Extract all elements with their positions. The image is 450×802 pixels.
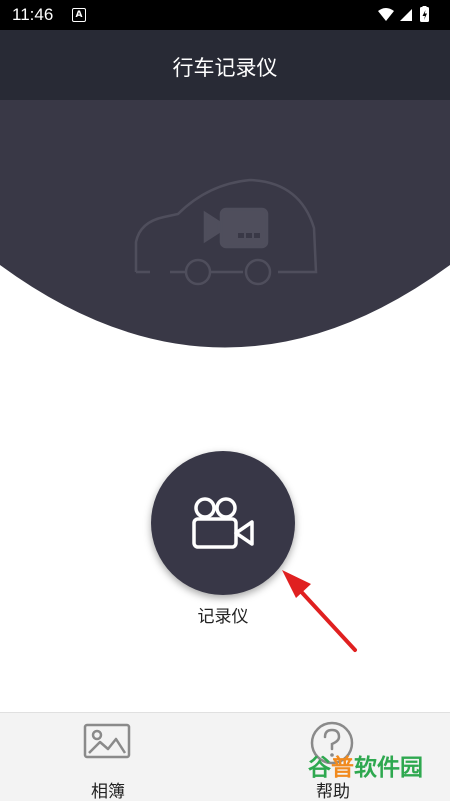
nav-item-album[interactable]: 相簿 (53, 713, 163, 802)
notification-icon: A (72, 8, 86, 22)
battery-charging-icon (420, 5, 429, 22)
hero-banner (0, 100, 450, 370)
status-time: 11:46 (12, 5, 54, 24)
watermark-text-b: 普 (331, 755, 354, 781)
status-icons (376, 5, 438, 28)
page-title: 行车记录仪 (172, 56, 278, 80)
image-icon (83, 723, 131, 759)
watermark-text-c: 软件园 (354, 755, 423, 781)
app-bar: 行车记录仪 (0, 30, 450, 100)
signal-icon (400, 9, 412, 21)
nav-label-album: 相簿 (91, 782, 125, 802)
wifi-icon (378, 8, 394, 21)
watermark: 谷普软件园 (308, 752, 442, 784)
watermark-text-a: 谷 (308, 755, 331, 781)
video-camera-icon (192, 497, 254, 549)
status-bar: 11:46 A (0, 0, 450, 30)
annotation-arrow (282, 570, 357, 652)
